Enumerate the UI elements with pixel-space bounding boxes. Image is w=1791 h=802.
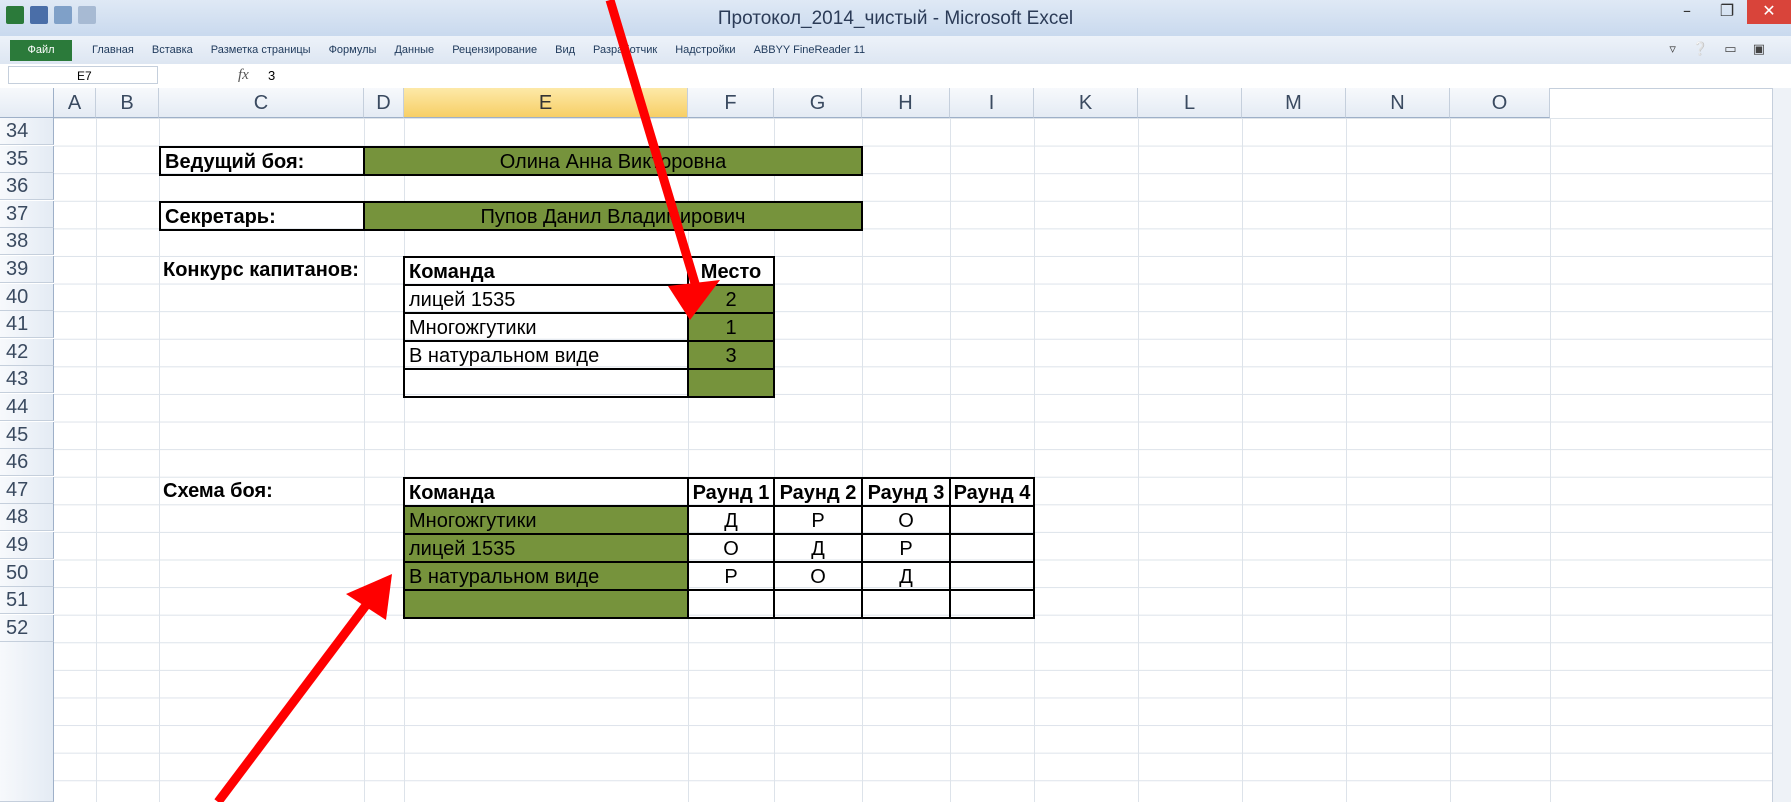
arrow-to-place-column — [605, 0, 720, 320]
arrow-to-scheme-teams — [214, 574, 392, 802]
annotation-arrows — [214, 0, 720, 802]
